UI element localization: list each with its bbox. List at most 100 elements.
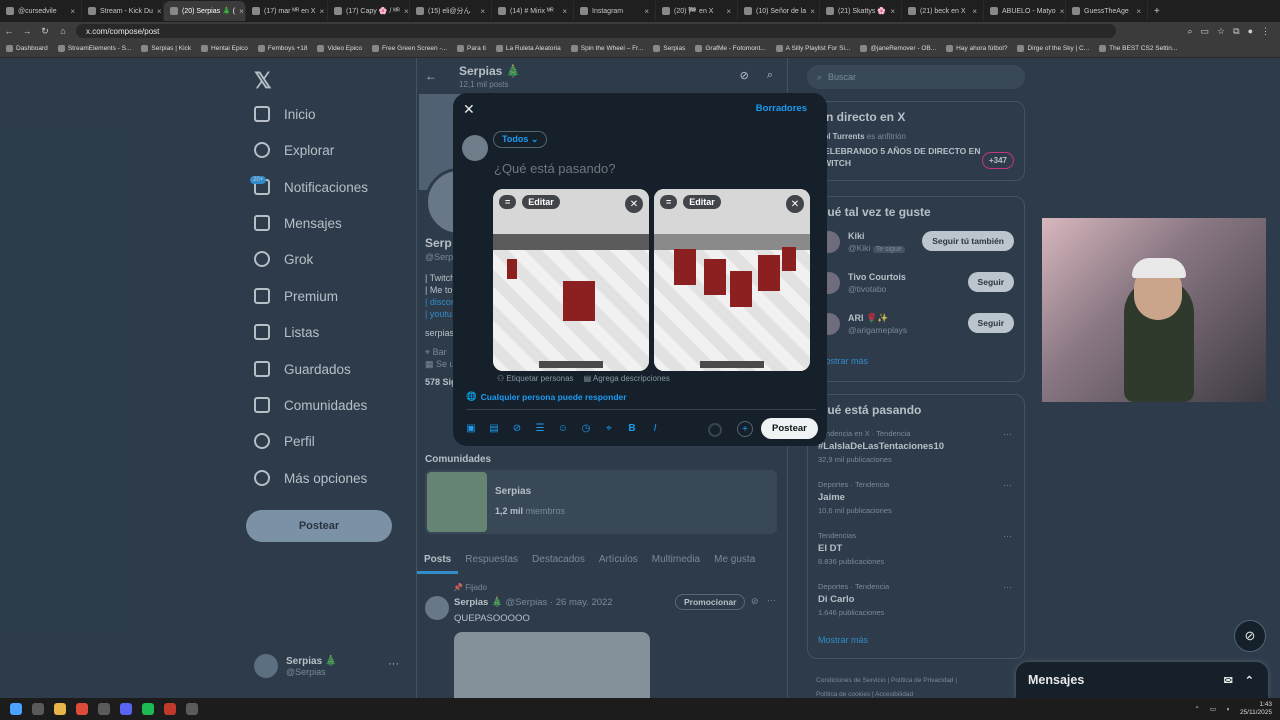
poll-icon[interactable]: ☰ bbox=[534, 423, 546, 434]
windows-start-icon[interactable] bbox=[10, 703, 22, 715]
emoji-icon[interactable]: ☺ bbox=[557, 423, 569, 434]
close-tab-icon[interactable]: × bbox=[810, 7, 815, 16]
audience-selector[interactable]: Todos ⌄ bbox=[493, 131, 548, 148]
new-message-icon[interactable]: ✉ bbox=[1224, 674, 1233, 687]
add-post-icon[interactable]: + bbox=[737, 421, 753, 437]
bookmark-item[interactable]: A Silly Playlist For Si... bbox=[775, 45, 850, 52]
tab-3[interactable]: (17) mar ᴹᴿ en X × bbox=[246, 1, 328, 21]
remove-media-icon[interactable]: ✕ bbox=[625, 195, 643, 213]
tag-people-button[interactable]: ⚇ Etiquetar personas bbox=[497, 374, 574, 383]
reply-settings-button[interactable]: 🌐 Cualquier persona puede responder bbox=[466, 391, 627, 402]
close-icon[interactable]: ✕ bbox=[463, 101, 475, 118]
profile-icon[interactable]: ● bbox=[1248, 26, 1253, 37]
bookmark-item[interactable]: @janeRemover - OB... bbox=[860, 45, 936, 52]
drag-handle-icon[interactable]: = bbox=[499, 195, 517, 209]
tab-12[interactable]: ABUELO - Matyo × bbox=[984, 1, 1066, 21]
close-tab-icon[interactable]: × bbox=[480, 7, 485, 16]
network-icon[interactable]: ▭ bbox=[1210, 705, 1216, 713]
image-icon[interactable]: ▣ bbox=[465, 423, 477, 434]
bookmark-item[interactable]: Hay ahora fútbol? bbox=[946, 45, 1007, 52]
chevron-up-icon[interactable]: ⌃ bbox=[1194, 705, 1199, 713]
grok-fab-icon[interactable]: ⊘ bbox=[1234, 620, 1266, 652]
tab-13[interactable]: GuessTheAge × bbox=[1066, 1, 1148, 21]
bookmark-item[interactable]: Free Green Screen -... bbox=[372, 45, 447, 52]
tab-2-active[interactable]: (20) Serpias 🎄 (× bbox=[164, 1, 246, 21]
close-tab-icon[interactable]: × bbox=[157, 7, 162, 16]
forward-icon[interactable]: → bbox=[18, 26, 36, 36]
bookmark-item[interactable]: Para ti bbox=[457, 45, 486, 52]
schedule-icon[interactable]: ◷ bbox=[580, 423, 592, 434]
close-tab-icon[interactable]: × bbox=[890, 7, 895, 16]
chevron-up-icon[interactable]: ⌃ bbox=[1245, 674, 1254, 687]
menu-icon[interactable]: ⋮ bbox=[1261, 26, 1270, 37]
bookmark-item[interactable]: Video Epico bbox=[317, 45, 362, 52]
bookmark-item[interactable]: Hentai Epico bbox=[201, 45, 248, 52]
star-icon[interactable]: ☆ bbox=[1217, 26, 1225, 37]
close-tab-icon[interactable]: × bbox=[562, 7, 567, 16]
media-attachment-1[interactable]: = Editar ✕ bbox=[493, 189, 649, 371]
file-explorer-icon[interactable] bbox=[54, 703, 66, 715]
drag-handle-icon[interactable]: = bbox=[660, 195, 678, 209]
close-tab-icon[interactable]: × bbox=[644, 7, 649, 16]
spotify-icon[interactable] bbox=[142, 703, 154, 715]
bold-icon[interactable]: B bbox=[626, 423, 638, 434]
bookmark-item[interactable]: StreamElements - S... bbox=[57, 45, 131, 52]
edit-media-button[interactable]: Editar bbox=[522, 195, 560, 209]
close-tab-icon[interactable]: × bbox=[726, 7, 731, 16]
close-tab-icon[interactable]: × bbox=[239, 7, 244, 16]
post-submit-button[interactable]: Postear bbox=[761, 418, 818, 439]
location-icon[interactable]: ⌖ bbox=[603, 423, 615, 434]
reload-icon[interactable]: ↻ bbox=[36, 26, 54, 37]
messages-drawer[interactable]: Mensajes ✉ ⌃ bbox=[1016, 662, 1268, 698]
bookmark-item[interactable]: The BEST CS2 Settin... bbox=[1099, 45, 1177, 52]
back-icon[interactable]: ← bbox=[0, 26, 18, 36]
gif-icon[interactable]: ▤ bbox=[488, 423, 500, 434]
close-tab-icon[interactable]: × bbox=[70, 7, 75, 16]
volume-icon[interactable]: ◖ bbox=[1226, 706, 1230, 713]
tab-7[interactable]: Instagram × bbox=[574, 1, 656, 21]
tab-4[interactable]: (17) Capy 🌸 / ᴹᴿ × bbox=[328, 1, 410, 21]
tab-5[interactable]: (15) eli@分ん × bbox=[410, 1, 492, 21]
new-tab-button[interactable]: + bbox=[1148, 6, 1166, 17]
grok-icon[interactable]: ⊘ bbox=[511, 423, 523, 434]
add-descriptions-button[interactable]: ▤ Agrega descripciones bbox=[584, 374, 670, 383]
close-tab-icon[interactable]: × bbox=[404, 7, 409, 16]
tab-9[interactable]: (10) Señor de la × bbox=[738, 1, 820, 21]
home-browser-icon[interactable]: ⌂ bbox=[54, 26, 72, 36]
bookmark-item[interactable]: Spin the Wheel – Fr... bbox=[570, 45, 643, 52]
app-icon[interactable] bbox=[186, 703, 198, 715]
bookmark-item[interactable]: GrafMe - Fotomont... bbox=[695, 45, 766, 52]
remove-media-icon[interactable]: ✕ bbox=[786, 195, 804, 213]
zoom-icon[interactable]: ⌕ bbox=[1187, 26, 1192, 37]
italic-icon[interactable]: I bbox=[649, 423, 661, 434]
bookmark-item[interactable]: Dirge of the Sky | C... bbox=[1017, 45, 1089, 52]
discord-icon[interactable] bbox=[120, 703, 132, 715]
bookmark-item[interactable]: Serpias | Kick bbox=[141, 45, 191, 52]
search-icon[interactable] bbox=[32, 703, 44, 715]
url-input[interactable]: x.com/compose/post bbox=[76, 24, 1116, 38]
close-tab-icon[interactable]: × bbox=[972, 7, 977, 16]
edit-media-button[interactable]: Editar bbox=[683, 195, 721, 209]
bookmark-item[interactable]: Dashboard bbox=[6, 45, 48, 52]
app-icon[interactable] bbox=[164, 703, 176, 715]
clock[interactable]: 1:43 25/11/2025 bbox=[1240, 701, 1272, 717]
close-tab-icon[interactable]: × bbox=[1060, 7, 1065, 16]
extensions-icon[interactable]: ⧉ bbox=[1233, 26, 1239, 37]
tab-0[interactable]: @cursedvile × bbox=[0, 1, 82, 21]
tab-10[interactable]: (21) Skattys 🌸 × bbox=[820, 1, 902, 21]
bookmark-item[interactable]: Femboys +18 bbox=[257, 45, 307, 52]
cast-icon[interactable]: ▭ bbox=[1201, 26, 1210, 37]
media-attachment-2[interactable]: = Editar ✕ bbox=[654, 189, 810, 371]
drafts-button[interactable]: Borradores bbox=[756, 103, 807, 114]
bookmark-item[interactable]: Serpias bbox=[653, 45, 685, 52]
tab-1[interactable]: Stream - Kick Du × bbox=[82, 1, 164, 21]
chrome-icon[interactable] bbox=[76, 703, 88, 715]
close-tab-icon[interactable]: × bbox=[1136, 7, 1141, 16]
bookmark-item[interactable]: La Ruleta Aleatoria bbox=[495, 45, 561, 52]
tab-11[interactable]: (21) beck en X × bbox=[902, 1, 984, 21]
compose-textarea[interactable]: ¿Qué está pasando? bbox=[494, 161, 615, 176]
tab-8[interactable]: (20) 🏁 en X × bbox=[656, 1, 738, 21]
app-icon[interactable] bbox=[98, 703, 110, 715]
tab-6[interactable]: (14) # Mirix ᴹᴿ × bbox=[492, 1, 574, 21]
close-tab-icon[interactable]: × bbox=[319, 7, 324, 16]
